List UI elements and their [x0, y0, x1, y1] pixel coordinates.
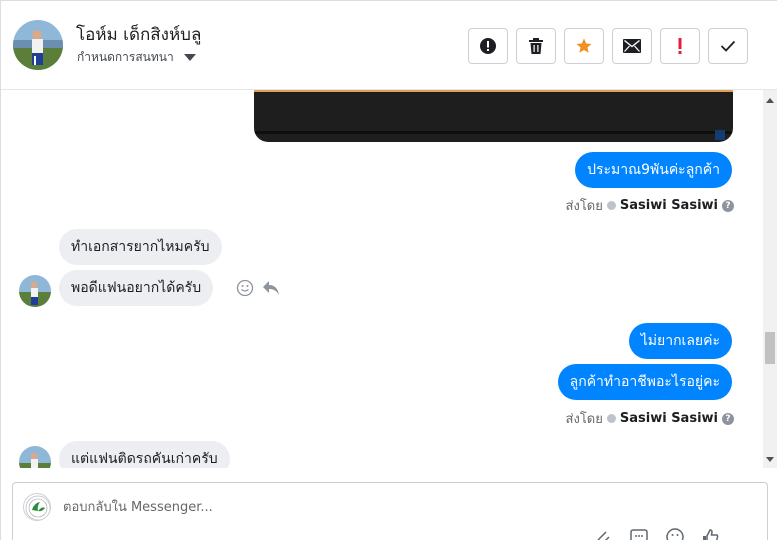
contact-avatar-small[interactable] [19, 446, 51, 468]
composer-toolbar [593, 527, 721, 540]
reply-composer [12, 482, 768, 540]
emoji-icon[interactable] [665, 527, 685, 540]
incoming-message[interactable]: พอดีแฟนอยากได้ครับ [59, 270, 214, 306]
header-actions [468, 28, 748, 64]
follow-up-button[interactable] [660, 28, 700, 64]
contact-avatar[interactable] [13, 20, 63, 70]
assign-conversation-dropdown[interactable]: กำหนดการสนทนา [77, 48, 196, 67]
page-avatar [23, 493, 51, 521]
message-tools [236, 279, 280, 297]
incoming-message[interactable]: แต่แฟนติดรถคันเก่าครับ [59, 441, 230, 468]
exclamation-circle-icon [480, 38, 496, 54]
incoming-message[interactable]: ทำเอกสารยากไหมครับ [59, 229, 222, 265]
scroll-up-arrow-icon[interactable] [766, 98, 774, 103]
sent-by-prefix: ส่งโดย [565, 412, 603, 427]
outgoing-message[interactable]: ลูกค้าทำอาชีพอะไรอยู่คะ [557, 364, 732, 400]
envelope-icon [623, 39, 641, 53]
image-detail [715, 130, 725, 140]
outgoing-message[interactable]: ประมาณ9พันค่ะลูกค้า [575, 152, 732, 188]
star-icon [576, 38, 592, 53]
reply-icon[interactable] [262, 280, 280, 296]
shared-image-attachment[interactable] [254, 90, 733, 142]
help-icon[interactable]: ? [722, 199, 734, 212]
like-icon[interactable] [701, 527, 721, 540]
attachment-icon[interactable] [593, 527, 613, 540]
contact-avatar-small[interactable] [19, 275, 51, 307]
scrollbar-thumb[interactable] [765, 332, 775, 364]
sent-by-prefix: ส่งโดย [565, 199, 603, 214]
page-icon [606, 414, 616, 423]
outgoing-message[interactable]: ไม่ยากเลยค่ะ [628, 323, 732, 359]
sender-name[interactable]: Sasiwi Sasiwi [620, 198, 718, 213]
sent-by-label: ส่งโดย Sasiwi Sasiwi ? [566, 195, 734, 216]
trash-icon [529, 38, 543, 54]
assign-label: กำหนดการสนทนา [77, 50, 174, 64]
star-button[interactable] [564, 28, 604, 64]
caret-down-icon [183, 54, 196, 61]
sender-name[interactable]: Sasiwi Sasiwi [620, 411, 718, 426]
thread-scrollbar[interactable] [763, 90, 777, 468]
check-icon [720, 40, 736, 52]
reply-input[interactable] [63, 497, 663, 517]
delete-button[interactable] [516, 28, 556, 64]
mark-unread-button[interactable] [612, 28, 652, 64]
mark-spam-button[interactable] [468, 28, 508, 64]
mark-done-button[interactable] [708, 28, 748, 64]
exclamation-icon [678, 38, 682, 54]
scroll-down-arrow-icon[interactable] [766, 457, 774, 462]
saved-replies-icon[interactable] [629, 527, 649, 540]
help-icon[interactable]: ? [722, 412, 734, 425]
page-icon [606, 201, 616, 210]
image-edge [254, 90, 733, 92]
sent-by-label: ส่งโดย Sasiwi Sasiwi ? [566, 408, 734, 429]
conversation-header: โอห์ม เด็กสิงห์บลู กำหนดการสนทนา [1, 1, 777, 90]
message-thread[interactable]: ประมาณ9พันค่ะลูกค้า ส่งโดย Sasiwi Sasiwi… [1, 90, 763, 468]
image-detail [254, 131, 733, 134]
emoji-reaction-icon[interactable] [236, 279, 254, 297]
contact-name: โอห์ม เด็กสิงห์บลู [76, 25, 202, 45]
